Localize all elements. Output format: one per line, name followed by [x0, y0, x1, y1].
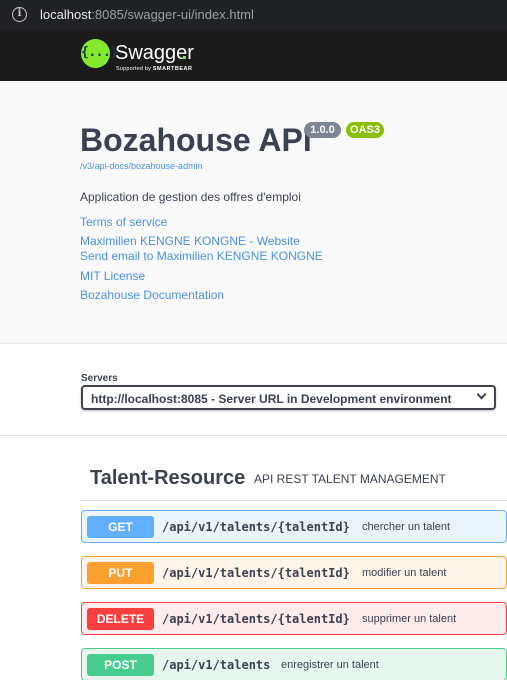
api-docs-link[interactable]: /v3/api-docs/bozahouse-admin: [80, 161, 203, 171]
contact-website-link[interactable]: Maximilien KENGNE KONGNE - Website: [80, 234, 300, 248]
browser-address-bar[interactable]: i localhost:8085/swagger-ui/index.html: [0, 0, 507, 30]
license-link[interactable]: MIT License: [80, 269, 145, 283]
external-docs-link[interactable]: Bozahouse Documentation: [80, 288, 224, 302]
url-path: :8085/swagger-ui/index.html: [91, 7, 254, 22]
supported-by: Supported by SMARTBEAR: [116, 66, 193, 72]
url-text[interactable]: localhost:8085/swagger-ui/index.html: [40, 7, 254, 22]
section-divider: [0, 343, 507, 344]
operation-post-talent[interactable]: POST /api/v1/talents enregistrer un tale…: [81, 648, 507, 680]
method-badge-post: POST: [87, 654, 154, 676]
method-badge-get: GET: [87, 516, 154, 538]
supported-by-label: Supported by: [116, 66, 152, 72]
operation-put-talent[interactable]: PUT /api/v1/talents/{talentId} modifier …: [81, 556, 507, 589]
api-description: Application de gestion des offres d'empl…: [80, 190, 301, 204]
chevron-down-icon: [476, 389, 487, 400]
brand-dot: [183, 56, 186, 59]
operation-summary: enregistrer un talent: [281, 659, 379, 671]
operation-delete-talent[interactable]: DELETE /api/v1/talents/{talentId} suppri…: [81, 602, 507, 635]
swagger-topbar: {...} Swagger Supported by SMARTBEAR: [0, 30, 507, 81]
smartbear-label: SMARTBEAR: [152, 66, 193, 72]
contact-email-link[interactable]: Send email to Maximilien KENGNE KONGNE: [80, 249, 323, 263]
operation-summary: modifier un talent: [362, 567, 447, 579]
method-badge-delete: DELETE: [87, 608, 154, 630]
method-badge-put: PUT: [87, 562, 154, 584]
servers-divider: [0, 435, 507, 436]
tag-underline: [80, 500, 507, 501]
swagger-brand[interactable]: Swagger: [115, 42, 194, 65]
swagger-logo-icon[interactable]: {...}: [81, 39, 118, 68]
tag-title[interactable]: Talent-Resource: [90, 467, 245, 490]
operation-summary: supprimer un talent: [362, 613, 457, 625]
operation-path: /api/v1/talents/{talentId}: [162, 520, 350, 534]
servers-label: Servers: [81, 373, 118, 384]
terms-of-service-link[interactable]: Terms of service: [80, 215, 167, 229]
servers-selected-value: http://localhost:8085 - Server URL in De…: [91, 392, 452, 406]
operation-summary: chercher un talent: [362, 521, 451, 533]
tag-description: API REST TALENT MANAGEMENT: [254, 472, 446, 486]
api-info-section: Bozahouse API 1.0.0 OAS3 /v3/api-docs/bo…: [0, 81, 507, 343]
swagger-logo-glyph: {...}: [81, 45, 118, 60]
operation-path: /api/v1/talents: [162, 658, 271, 672]
info-icon[interactable]: i: [12, 7, 27, 22]
servers-select[interactable]: http://localhost:8085 - Server URL in De…: [81, 385, 496, 410]
operation-path: /api/v1/talents/{talentId}: [162, 566, 350, 580]
operation-get-talent[interactable]: GET /api/v1/talents/{talentId} chercher …: [81, 510, 507, 543]
url-host: localhost: [40, 7, 92, 22]
api-title: Bozahouse API: [80, 122, 312, 158]
operation-path: /api/v1/talents/{talentId}: [162, 612, 350, 626]
oas-badge: OAS3: [346, 122, 384, 138]
version-badge: 1.0.0: [304, 122, 341, 138]
